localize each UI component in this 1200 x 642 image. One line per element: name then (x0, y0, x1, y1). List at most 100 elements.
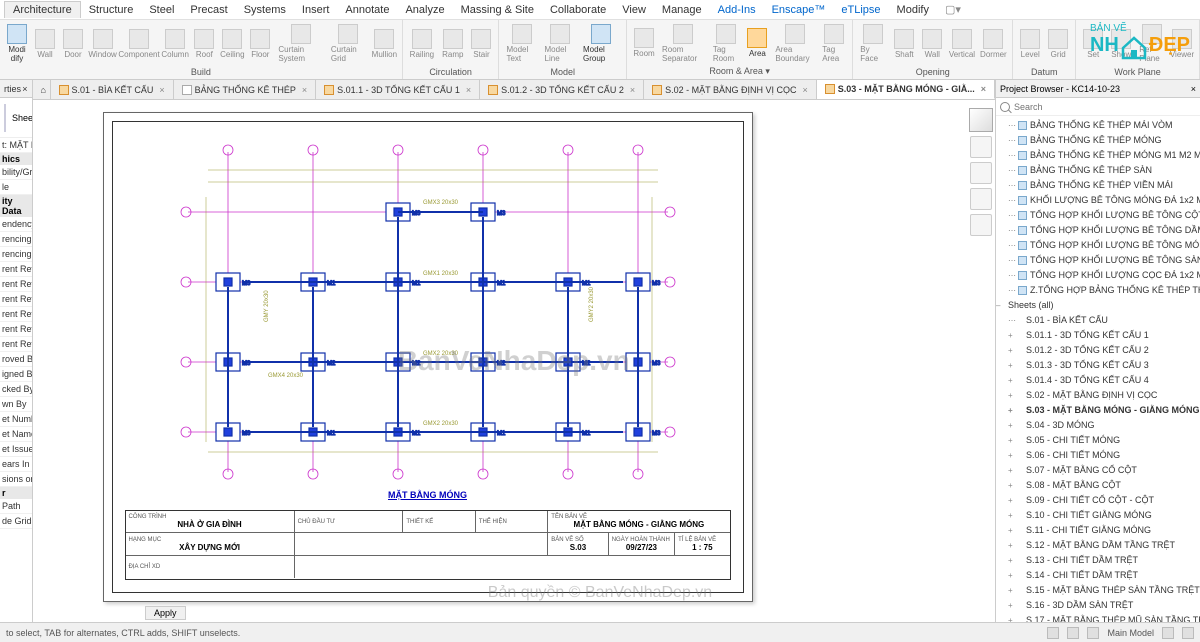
ribbon-component-button[interactable]: Component (119, 28, 159, 60)
view-cube[interactable] (969, 108, 993, 132)
property-row[interactable]: rent Revision Issued (0, 262, 32, 277)
tree-sheet-item[interactable]: +S.14 - CHI TIẾT DẦM TRỆT (996, 568, 1200, 583)
ribbon-tagarea-button[interactable]: Tag Area (819, 23, 848, 64)
sheet-viewport[interactable]: M3M3M3M1M1M1M1M3M3M2M2M2M2M3M3M1M1M1M1M3 (33, 100, 995, 622)
ribbon-room-button[interactable]: Room (631, 27, 657, 59)
tree-schedule-item[interactable]: ⋯BẢNG THỐNG KÊ THÉP MÓNG M1 M2 M3 (996, 148, 1200, 163)
tree-sheet-item[interactable]: +S.12 - MẶT BẰNG DẦM TẦNG TRỆT (996, 538, 1200, 553)
tree-sheet-item[interactable]: +S.15 - MẶT BẰNG THÉP SÀN TẦNG TRỆT (996, 583, 1200, 598)
document-tab[interactable]: S.01.1 - 3D TỔNG KẾT CẤU 1× (316, 80, 480, 99)
menu-tab-massingsite[interactable]: Massing & Site (453, 2, 542, 18)
tree-sheet-item[interactable]: +S.01.2 - 3D TỔNG KẾT CẤU 2 (996, 343, 1200, 358)
property-row[interactable]: PathE:\Z. FILES BUON BAN\NH... (0, 499, 32, 514)
property-row[interactable]: et Issue Date09/27/23 (0, 442, 32, 457)
tree-sheet-item[interactable]: +S.05 - CHI TIẾT MÓNG (996, 433, 1200, 448)
tree-sheet-item[interactable]: +S.02 - MẶT BẰNG ĐỊNH VỊ CỌC (996, 388, 1200, 403)
close-icon[interactable]: × (159, 85, 164, 95)
property-row[interactable]: rent Revision Date (0, 307, 32, 322)
tree-sheet-item[interactable]: +S.10 - CHI TIẾT GIẰNG MÓNG (996, 508, 1200, 523)
menu-tab-annotate[interactable]: Annotate (337, 2, 397, 18)
property-row[interactable]: rent Revision Descripti... (0, 322, 32, 337)
tree-schedule-item[interactable]: ⋯TỔNG HỢP KHỐI LƯỢNG BÊ TÔNG CỘT ĐÁ 1 (996, 208, 1200, 223)
nav-home-icon[interactable] (970, 136, 992, 158)
property-row[interactable]: endencyIndependent (0, 217, 32, 232)
property-row[interactable]: et NameMẶT BẰNG MÓNG - GIẰ... (0, 427, 32, 442)
menu-tab-architecture[interactable]: Architecture (4, 1, 81, 18)
ribbon-grid-button[interactable]: Grid (1045, 28, 1071, 60)
property-row[interactable]: et NumberS.03 (0, 412, 32, 427)
document-tab[interactable]: S.03 - MẶT BẰNG MÓNG - GIẰ...× (817, 80, 995, 99)
close-icon[interactable]: × (1191, 84, 1196, 94)
ribbon-expand-icon[interactable]: ▢▾ (945, 3, 961, 16)
ribbon-door-button[interactable]: Door (60, 28, 86, 60)
close-icon[interactable]: × (981, 84, 986, 94)
property-row[interactable]: rent Revision Issued By (0, 277, 32, 292)
tree-schedule-item[interactable]: ⋯BẢNG THỐNG KÊ THÉP SÀN (996, 163, 1200, 178)
tree-schedule-item[interactable]: ⋯TỔNG HỢP KHỐI LƯỢNG CỌC ĐÁ 1x2 M250 (996, 268, 1200, 283)
tree-sheet-item[interactable]: +S.03 - MẶT BẰNG MÓNG - GIẰNG MÓNG (996, 403, 1200, 418)
tree-schedule-item[interactable]: ⋯Z.TỔNG HỢP BẢNG THỐNG KÊ THÉP THEO Q (996, 283, 1200, 298)
ribbon-level-button[interactable]: Level (1017, 28, 1043, 60)
ribbon-area-button[interactable]: Area (744, 27, 770, 59)
tree-sheet-item[interactable]: +S.06 - CHI TIẾT MÓNG (996, 448, 1200, 463)
ribbon-modelgroup-button[interactable]: Model Group (580, 23, 622, 64)
ribbon-curtaingrid-button[interactable]: Curtain Grid (328, 23, 369, 64)
tree-sheet-item[interactable]: +S.01.4 - 3D TỔNG KẾT CẤU 4 (996, 373, 1200, 388)
property-row[interactable]: rencing Detail (0, 247, 32, 262)
tree-sheet-item[interactable]: +S.08 - MẶT BẰNG CỘT (996, 478, 1200, 493)
properties-header[interactable]: rties × (0, 80, 32, 98)
apply-button[interactable]: Apply (145, 606, 186, 620)
ribbon-areaboundary-button[interactable]: Area Boundary (772, 23, 817, 64)
tree-sheet-item[interactable]: +S.11 - CHI TIẾT GIẰNG MÓNG (996, 523, 1200, 538)
menu-tab-modify[interactable]: Modify (889, 2, 937, 18)
menu-tab-precast[interactable]: Precast (182, 2, 235, 18)
menu-tab-etlipse[interactable]: eTLipse (833, 2, 888, 18)
tree-schedule-item[interactable]: ⋯BẢNG THỐNG KÊ THÉP VIỀN MÁI (996, 178, 1200, 193)
browser-tree[interactable]: ⋯BẢNG THỐNG KÊ THÉP MÁI VÒM⋯BẢNG THỐNG K… (996, 116, 1200, 622)
property-row[interactable]: le1 : 75 (0, 180, 32, 195)
tree-sheet-item[interactable]: +S.13 - CHI TIẾT DẦM TRỆT (996, 553, 1200, 568)
nav-zoom-icon[interactable] (970, 214, 992, 236)
ribbon-floor-button[interactable]: Floor (247, 28, 273, 60)
menu-tab-collaborate[interactable]: Collaborate (542, 2, 614, 18)
ribbon-wall-button[interactable]: Wall (919, 28, 945, 60)
tree-sheet-item[interactable]: +S.01.3 - 3D TỔNG KẾT CẤU 3 (996, 358, 1200, 373)
home-tab[interactable]: ⌂ (33, 80, 51, 99)
ribbon-stair-button[interactable]: Stair (468, 28, 494, 60)
tree-sheet-item[interactable]: +S.01.1 - 3D TỔNG KẾT CẤU 1 (996, 328, 1200, 343)
ribbon-modi-button[interactable]: Modidify (4, 23, 30, 64)
property-row[interactable]: de Grid<None> (0, 514, 32, 529)
property-row[interactable]: cked ByChecker (0, 382, 32, 397)
browser-search[interactable] (996, 98, 1200, 116)
property-row[interactable]: wn ByAuthor (0, 397, 32, 412)
menu-tab-analyze[interactable]: Analyze (397, 2, 452, 18)
document-tab[interactable]: S.02 - MẶT BẰNG ĐỊNH VỊ CỌC× (644, 80, 817, 99)
tree-sheet-item[interactable]: ⋯S.01 - BÌA KẾT CẤU (996, 313, 1200, 328)
ribbon-roof-button[interactable]: Roof (191, 28, 217, 60)
property-row[interactable]: igned ByDesigner (0, 367, 32, 382)
tree-sheet-item[interactable]: +S.04 - 3D MÓNG (996, 418, 1200, 433)
status-icon[interactable] (1087, 627, 1099, 639)
menu-tab-manage[interactable]: Manage (654, 2, 710, 18)
ribbon-railing-button[interactable]: Railing (407, 28, 437, 60)
tree-sheet-item[interactable]: +S.16 - 3D DẦM SÀN TRỆT (996, 598, 1200, 613)
property-row[interactable]: bility/Graphics Overrid...Edit... (0, 165, 32, 180)
document-tab[interactable]: S.01 - BÌA KẾT CẤU× (51, 80, 174, 99)
ribbon-modelline-button[interactable]: Model Line (542, 23, 578, 64)
ribbon-byface-button[interactable]: By Face (857, 23, 889, 64)
tree-sheet-item[interactable]: +S.09 - CHI TIẾT CỔ CỘT - CỘT (996, 493, 1200, 508)
status-icon[interactable] (1067, 627, 1079, 639)
nav-pan-icon[interactable] (970, 188, 992, 210)
ribbon-curtainsystem-button[interactable]: Curtain System (275, 23, 326, 64)
close-icon[interactable]: × (302, 85, 307, 95)
ribbon-window-button[interactable]: Window (88, 28, 117, 60)
type-selector[interactable]: Sheet (0, 98, 32, 138)
ribbon-roomseparator-button[interactable]: Room Separator (659, 23, 708, 64)
ribbon-column-button[interactable]: Column (161, 28, 189, 60)
document-tab[interactable]: S.01.2 - 3D TỔNG KẾT CẤU 2× (480, 80, 644, 99)
tree-schedule-item[interactable]: ⋯KHỐI LƯỢNG BÊ TÔNG MÓNG ĐÁ 1x2 M250 (996, 193, 1200, 208)
ribbon-ceiling-button[interactable]: Ceiling (219, 28, 245, 60)
menu-tab-structure[interactable]: Structure (81, 2, 142, 18)
ribbon-shaft-button[interactable]: Shaft (891, 28, 917, 60)
menu-tab-addins[interactable]: Add-Ins (710, 2, 764, 18)
